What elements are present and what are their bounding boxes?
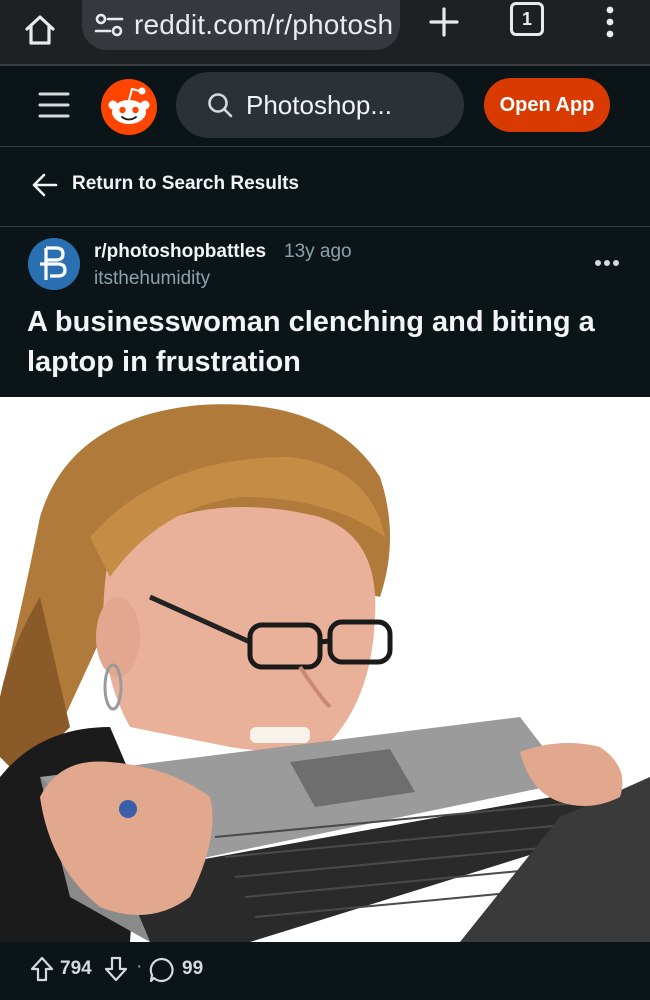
more-options-icon[interactable] (594, 256, 620, 270)
tab-count: 1 (521, 8, 532, 29)
comment-icon[interactable] (148, 956, 176, 984)
browser-menu-icon[interactable] (598, 2, 622, 42)
comment-count[interactable]: 99 (182, 958, 203, 980)
vote-score: 794 (60, 958, 92, 979)
search-bar[interactable]: Photoshop... (176, 72, 464, 138)
back-arrow-icon (32, 173, 58, 197)
reddit-logo-icon[interactable] (100, 78, 158, 136)
subreddit-name[interactable]: r/photoshopbattles (94, 241, 266, 263)
downvote-icon[interactable] (104, 956, 128, 982)
upvote-icon[interactable] (30, 956, 54, 982)
new-tab-icon[interactable] (424, 2, 464, 42)
tab-switcher-button[interactable]: 1 (510, 2, 544, 36)
reddit-header: Photoshop... Open App (0, 66, 650, 146)
subreddit-avatar[interactable] (28, 238, 80, 290)
open-app-button[interactable]: Open App (484, 78, 610, 132)
return-to-search-link[interactable]: Return to Search Results (0, 147, 650, 225)
post-author[interactable]: itsthehumidity (94, 268, 210, 290)
post-actions-bar (0, 942, 650, 1000)
separator-dot: · (136, 956, 143, 977)
browser-toolbar: reddit.com/r/photosh 1 (0, 0, 650, 64)
post-age: 13y ago (284, 241, 352, 262)
address-bar[interactable]: reddit.com/r/photosh (82, 0, 400, 50)
nav-divider (0, 226, 650, 227)
post-title[interactable]: A businesswoman clenching and biting a l… (27, 302, 627, 382)
search-icon (208, 93, 233, 118)
url-text[interactable]: reddit.com/r/photosh (134, 9, 393, 41)
site-settings-icon[interactable] (94, 13, 124, 37)
menu-icon[interactable] (38, 90, 70, 120)
return-label: Return to Search Results (72, 173, 299, 194)
search-query[interactable]: Photoshop... (246, 90, 392, 121)
home-icon[interactable] (20, 10, 60, 50)
post-image[interactable] (0, 397, 650, 942)
